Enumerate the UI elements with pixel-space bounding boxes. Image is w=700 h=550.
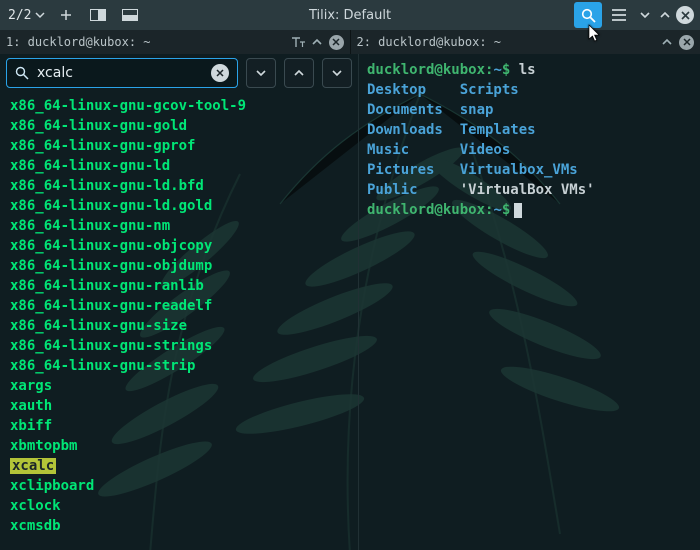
ls-output: Desktop ScriptsDocuments snapDownloads T… <box>367 80 692 200</box>
chevron-down-icon <box>331 67 343 79</box>
ls-row: Downloads Templates <box>367 120 692 140</box>
terminal-line: x86_64-linux-gnu-readelf <box>10 296 348 316</box>
prompt-line: ducklord@kubox:~$ <box>367 200 692 220</box>
terminal-line: x86_64-linux-gnu-strip <box>10 356 348 376</box>
split-right-icon <box>90 9 106 21</box>
terminal-line: x86_64-linux-gnu-objdump <box>10 256 348 276</box>
pane-header-right[interactable]: 2: ducklord@kubox: ~ <box>351 30 700 54</box>
split-right-button[interactable] <box>87 4 109 26</box>
chevron-up-icon <box>311 36 323 48</box>
terminal-line: x86_64-linux-gnu-objcopy <box>10 236 348 256</box>
split-down-button[interactable] <box>119 4 141 26</box>
hamburger-icon <box>612 9 626 21</box>
titlebar: 2/2 Tilix: Default <box>0 0 700 30</box>
terminal-pane-right[interactable]: ducklord@kubox:~$ ls Desktop ScriptsDocu… <box>359 54 700 550</box>
search-options-button[interactable] <box>246 58 276 88</box>
terminal-line: x86_64-linux-gnu-gcov-tool-9 <box>10 96 348 116</box>
window-title: Tilix: Default <box>309 8 391 23</box>
close-icon <box>332 38 340 46</box>
ls-row: Public 'VirtualBox VMs' <box>367 180 692 200</box>
ls-row: Music Videos <box>367 140 692 160</box>
terminal-line: x86_64-linux-gnu-gprof <box>10 136 348 156</box>
chevron-up-icon <box>293 67 305 79</box>
ls-row: Documents snap <box>367 100 692 120</box>
terminal-line: xbiff <box>10 416 348 436</box>
ls-row: Pictures Virtualbox_VMs <box>367 160 692 180</box>
chevron-down-icon <box>35 10 45 20</box>
terminal-line: xargs <box>10 376 348 396</box>
clear-search-button[interactable] <box>211 64 229 82</box>
ls-row: Desktop Scripts <box>367 80 692 100</box>
close-icon <box>681 11 690 20</box>
terminal-pane-left[interactable]: x86_64-linux-gnu-gcov-tool-9x86_64-linux… <box>0 54 359 550</box>
search-field-wrap[interactable] <box>6 58 238 88</box>
terminal-output-right[interactable]: ducklord@kubox:~$ ls Desktop ScriptsDocu… <box>359 54 700 226</box>
close-pane-button[interactable] <box>329 35 344 50</box>
terminal-output-left[interactable]: x86_64-linux-gnu-gcov-tool-9x86_64-linux… <box>0 92 358 546</box>
plus-icon <box>60 9 72 21</box>
search-icon <box>581 8 596 23</box>
search-button[interactable] <box>574 2 602 28</box>
terminal-line: x86_64-linux-gnu-ld <box>10 156 348 176</box>
terminal-line: x86_64-linux-gnu-ld.bfd <box>10 176 348 196</box>
close-icon <box>216 69 224 77</box>
terminal-line: x86_64-linux-gnu-strings <box>10 336 348 356</box>
text-icon <box>291 36 306 48</box>
maximize-button[interactable] <box>656 6 674 24</box>
chevron-up-icon <box>659 9 671 21</box>
search-icon <box>15 66 29 80</box>
close-pane-button[interactable] <box>679 35 694 50</box>
search-match: xcalc <box>10 458 56 474</box>
search-input[interactable] <box>37 65 211 81</box>
minimize-button[interactable] <box>636 6 654 24</box>
terminal-line: xbmtopbm <box>10 436 348 456</box>
cursor-block <box>514 203 522 218</box>
chevron-down-icon <box>639 9 651 21</box>
session-count: 2/2 <box>8 8 31 23</box>
prompt-line: ducklord@kubox:~$ ls <box>367 60 692 80</box>
terminal-line: xcmsdb <box>10 516 348 536</box>
chevron-down-icon <box>255 67 267 79</box>
session-indicator[interactable]: 2/2 <box>8 8 45 23</box>
pane-header-left[interactable]: 1: ducklord@kubox: ~ <box>0 30 351 54</box>
terminal-line: x86_64-linux-gnu-size <box>10 316 348 336</box>
terminal-line: x86_64-linux-gnu-ranlib <box>10 276 348 296</box>
close-window-button[interactable] <box>676 6 694 24</box>
terminal-line: x86_64-linux-gnu-gold <box>10 116 348 136</box>
close-icon <box>683 38 691 46</box>
pane-title: 1: ducklord@kubox: ~ <box>6 35 151 49</box>
maximize-pane-button[interactable] <box>309 34 325 50</box>
search-prev-button[interactable] <box>284 58 314 88</box>
readonly-toggle[interactable] <box>291 34 307 50</box>
terminal-line: x86_64-linux-gnu-nm <box>10 216 348 236</box>
pane-title: 2: ducklord@kubox: ~ <box>357 35 502 49</box>
terminal-line: xclock <box>10 496 348 516</box>
terminal-line: x86_64-linux-gnu-ld.gold <box>10 196 348 216</box>
terminal-line: xauth <box>10 396 348 416</box>
search-bar <box>0 54 358 92</box>
split-down-icon <box>122 9 138 21</box>
mouse-cursor-icon <box>588 24 602 42</box>
chevron-up-icon <box>661 36 673 48</box>
menu-button[interactable] <box>608 4 630 26</box>
terminal-line: xclipboard <box>10 476 348 496</box>
search-next-button[interactable] <box>322 58 352 88</box>
terminal-line: xcalc <box>10 456 348 476</box>
maximize-pane-button[interactable] <box>659 34 675 50</box>
new-tab-button[interactable] <box>55 4 77 26</box>
